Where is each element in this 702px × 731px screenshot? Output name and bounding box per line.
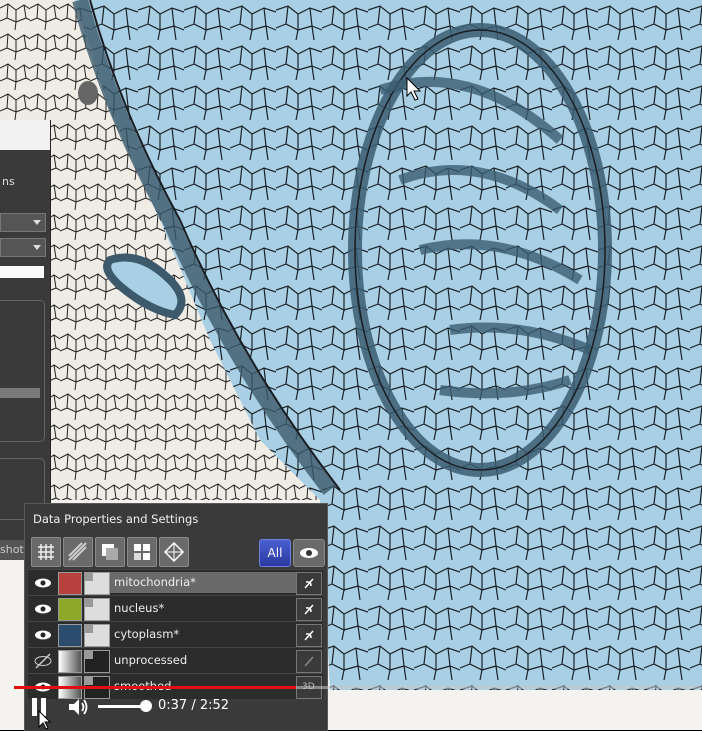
eye-icon	[300, 548, 318, 558]
slice-button[interactable]	[95, 537, 125, 567]
layer-name: mitochondria*	[114, 575, 196, 589]
eye-icon[interactable]	[30, 624, 56, 645]
eye-off-icon[interactable]	[30, 650, 56, 671]
volume-icon	[69, 699, 88, 715]
layer-name: cytoplasm*	[114, 627, 180, 641]
volume-button[interactable]	[67, 696, 91, 718]
grid-view-button[interactable]	[31, 537, 61, 567]
progress-bar[interactable]	[14, 686, 297, 689]
eye-icon[interactable]	[30, 572, 56, 593]
link-off-icon	[304, 604, 314, 615]
texture-swatch[interactable]	[84, 650, 110, 673]
lock-toggle[interactable]	[296, 650, 322, 673]
color-swatch[interactable]	[58, 650, 82, 673]
chevron-down-icon	[33, 245, 41, 250]
link-off-icon	[304, 630, 314, 641]
left-text-field[interactable]	[0, 266, 44, 278]
quad-view-icon	[134, 544, 150, 560]
volume-slider[interactable]	[98, 705, 146, 708]
lock-toggle[interactable]	[296, 624, 322, 647]
slice-icon	[102, 544, 118, 560]
time-display: 0:37 / 2:52	[158, 698, 230, 713]
panel-title: Data Properties and Settings	[33, 512, 199, 526]
color-swatch[interactable]	[58, 624, 82, 647]
layer-row-nucleus[interactable]: nucleus*	[28, 595, 323, 621]
chevron-down-icon	[33, 220, 41, 225]
cube-icon	[163, 541, 185, 563]
layer-name: unprocessed	[114, 653, 188, 667]
left-slider[interactable]	[0, 388, 40, 398]
texture-swatch[interactable]	[84, 598, 110, 621]
mouse-cursor-icon	[38, 710, 52, 730]
video-controls: 0:37 / 2:52	[0, 680, 702, 730]
left-group-box	[0, 300, 45, 442]
left-dropdown-2[interactable]	[0, 238, 46, 257]
lock-toggle[interactable]	[296, 598, 322, 621]
volume-knob[interactable]	[140, 700, 152, 712]
layer-row-mitochondria[interactable]: mitochondria*	[28, 569, 323, 595]
pattern-button[interactable]	[63, 537, 93, 567]
pause-icon	[32, 698, 37, 716]
lock-toggle[interactable]	[296, 572, 322, 595]
link-off-icon	[304, 578, 314, 589]
grid-icon	[38, 544, 54, 560]
texture-swatch[interactable]	[84, 572, 110, 595]
color-swatch[interactable]	[58, 598, 82, 621]
color-swatch[interactable]	[58, 572, 82, 595]
layer-row-cytoplasm[interactable]: cytoplasm*	[28, 621, 323, 647]
hatch-icon	[68, 542, 87, 561]
link-off-icon	[304, 656, 314, 667]
layer-row-unprocessed[interactable]: unprocessed	[28, 647, 323, 673]
show-all-button[interactable]	[293, 539, 325, 567]
layer-name: nucleus*	[114, 601, 165, 615]
3d-view-button[interactable]	[159, 537, 189, 567]
texture-swatch[interactable]	[84, 624, 110, 647]
all-button[interactable]: All	[259, 539, 291, 567]
quad-view-button[interactable]	[127, 537, 157, 567]
eye-icon[interactable]	[30, 598, 56, 619]
left-panel-fragment-text: ns	[2, 175, 15, 188]
left-dropdown-1[interactable]	[0, 213, 46, 232]
left-side-panel: ns shot	[0, 120, 51, 560]
